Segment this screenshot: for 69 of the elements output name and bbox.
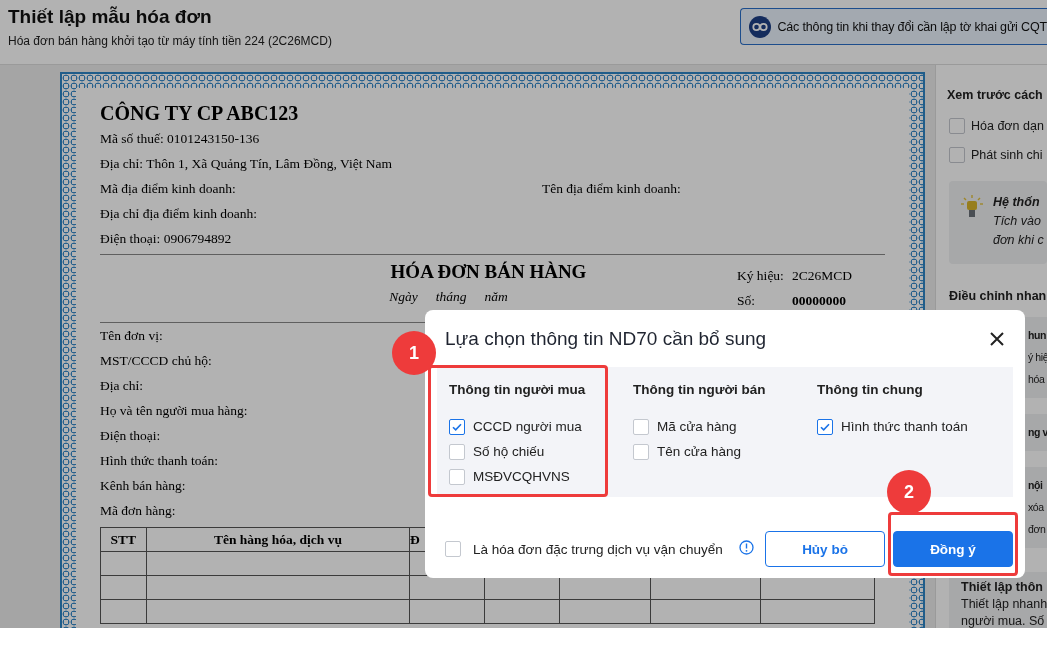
invoice-field: Tên đơn vị: xyxy=(100,327,163,344)
tip-title: Hệ thốn xyxy=(993,195,1041,209)
invoice-title: HÓA ĐƠN BÁN HÀNG xyxy=(390,261,587,283)
section-title: Điều chỉnh nhan xyxy=(949,289,1047,303)
column-header: Tên hàng hóa, dịch vụ xyxy=(146,527,410,552)
group-title: Thông tin người bán xyxy=(633,382,766,397)
invoice-field: Điện thoại: xyxy=(100,427,161,444)
invoice-field: Mã số thuế: 0101243150-136 xyxy=(100,130,260,147)
checkbox[interactable] xyxy=(949,117,965,134)
card-text: Thiết lập nhanh xyxy=(961,597,1047,611)
symbol-label: Ký hiệu: xyxy=(737,267,785,284)
card-text: xóa xyxy=(1028,501,1045,514)
invoice-field: MST/CCCD chủ hộ: xyxy=(100,352,212,369)
tip-text: Tích vào xyxy=(993,214,1042,228)
date-label: tháng xyxy=(435,289,467,305)
goggles-icon xyxy=(749,15,772,38)
group-title: Thông tin chung xyxy=(817,382,923,397)
card-title: hun xyxy=(1028,329,1047,342)
invoice-field: Kênh bán hàng: xyxy=(100,477,186,494)
checkbox[interactable] xyxy=(449,468,465,485)
notice-button[interactable]: Các thông tin khi thay đổi cần lập tờ khai gửi CQT xyxy=(740,8,1047,45)
invoice-field: Mã địa điểm kinh doanh: xyxy=(100,180,236,197)
option-label: Hóa đơn dạn xyxy=(971,118,1044,133)
option-label: CCCD người mua xyxy=(473,419,582,434)
invoice-field: Mã đơn hàng: xyxy=(100,502,176,519)
card-text: người mua. Số xyxy=(961,614,1046,628)
option-label: Phát sinh chi xyxy=(971,147,1043,162)
company-name: CÔNG TY CP ABC123 xyxy=(100,100,299,126)
close-button[interactable] xyxy=(989,330,1005,347)
invoice-field: Điện thoại: 0906794892 xyxy=(100,230,232,247)
number-value: 00000000 xyxy=(792,292,846,309)
date-label: năm xyxy=(484,289,508,305)
dialog-title: Lựa chọn thông tin ND70 cần bổ sung xyxy=(445,327,767,350)
invoice-field: Tên địa điểm kinh doanh: xyxy=(542,180,885,197)
card-title: nội xyxy=(1028,479,1044,492)
page-subtitle: Hóa đơn bán hàng khởi tạo từ máy tính tiền 224 (2C26MCD) xyxy=(8,34,332,48)
card-text: đơn xyxy=(1028,523,1047,536)
cancel-button[interactable]: Hủy bỏ xyxy=(765,531,885,567)
page-title: Thiết lập mẫu hóa đơn xyxy=(8,6,213,28)
checkbox[interactable] xyxy=(633,418,649,435)
invoice-field: Địa chỉ: xyxy=(100,377,144,394)
invoice-field: Họ và tên người mua hàng: xyxy=(100,402,248,419)
checkbox[interactable] xyxy=(949,146,965,163)
symbol-value: 2C26MCD xyxy=(792,267,852,284)
checkbox[interactable] xyxy=(445,541,461,557)
invoice-field: Địa chỉ địa điểm kinh doanh: xyxy=(100,205,258,222)
card-title: Thiết lập thôn xyxy=(961,580,1044,594)
section-title: Xem trước cách xyxy=(947,88,1043,102)
option-label: Tên cửa hàng xyxy=(657,444,742,459)
option-label: Hình thức thanh toán xyxy=(841,419,968,434)
invoice-field: Hình thức thanh toán: xyxy=(100,452,218,469)
card-text: hóa xyxy=(1028,373,1046,386)
checkbox[interactable] xyxy=(817,418,833,435)
column-header: STT xyxy=(100,527,147,552)
tip-text: đơn khi c xyxy=(993,233,1044,247)
confirm-button[interactable]: Đồng ý xyxy=(893,531,1013,567)
option-label: Mã cửa hàng xyxy=(657,419,737,434)
lightbulb-icon xyxy=(961,195,983,219)
date-label: Ngày xyxy=(389,289,418,305)
group-title: Thông tin người mua xyxy=(449,382,586,397)
info-icon xyxy=(738,540,754,555)
invoice-field: Địa chỉ: Thôn 1, Xã Quảng Tín, Lâm Đồng, Việt Nam xyxy=(100,155,393,172)
checkbox[interactable] xyxy=(449,443,465,460)
checkbox[interactable] xyxy=(449,418,465,435)
option-label: Số hộ chiếu xyxy=(473,444,545,459)
checkbox[interactable] xyxy=(633,443,649,460)
option-label: MSĐVCQHVNS xyxy=(473,469,570,484)
number-label: Số: xyxy=(737,292,756,309)
card-text: ý hiệ xyxy=(1028,351,1047,364)
